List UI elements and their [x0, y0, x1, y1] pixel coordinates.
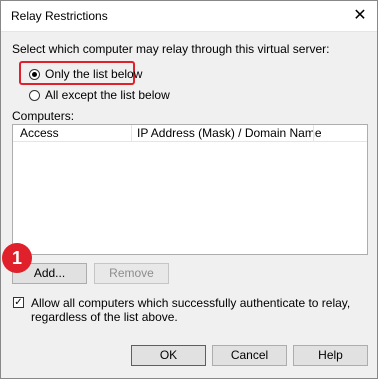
column-header-access[interactable]: Access: [20, 126, 59, 140]
cancel-button[interactable]: Cancel: [212, 345, 287, 366]
computers-label: Computers:: [12, 109, 75, 123]
remove-button[interactable]: Remove: [94, 263, 169, 284]
radio-button[interactable]: [29, 89, 40, 101]
radio-only-list[interactable]: Only the list below: [29, 67, 142, 81]
radio-only-list-label: Only the list below: [45, 67, 143, 81]
callout-badge: 1: [2, 243, 32, 273]
column-separator[interactable]: [313, 125, 314, 141]
authenticate-relay-label: Allow all computers which successfully a…: [31, 296, 351, 324]
close-icon[interactable]: ✕: [349, 5, 371, 27]
ok-button[interactable]: OK: [131, 345, 206, 366]
relay-restrictions-dialog: Relay Restrictions ✕ Select which comput…: [0, 0, 378, 379]
radio-all-except[interactable]: All except the list below: [29, 88, 170, 102]
list-header: Access IP Address (Mask) / Domain Name: [13, 125, 367, 142]
relay-prompt: Select which computer may relay through …: [12, 42, 330, 56]
title-bar: Relay Restrictions ✕: [1, 1, 377, 32]
column-header-ip[interactable]: IP Address (Mask) / Domain Name: [137, 126, 322, 140]
radio-button-checked[interactable]: [29, 68, 40, 80]
help-button[interactable]: Help: [293, 345, 368, 366]
radio-all-except-label: All except the list below: [45, 88, 170, 102]
computers-list[interactable]: Access IP Address (Mask) / Domain Name: [12, 124, 368, 255]
authenticate-relay-checkbox[interactable]: ✓: [13, 297, 24, 308]
column-separator[interactable]: [131, 125, 132, 141]
window-title: Relay Restrictions: [11, 9, 108, 23]
